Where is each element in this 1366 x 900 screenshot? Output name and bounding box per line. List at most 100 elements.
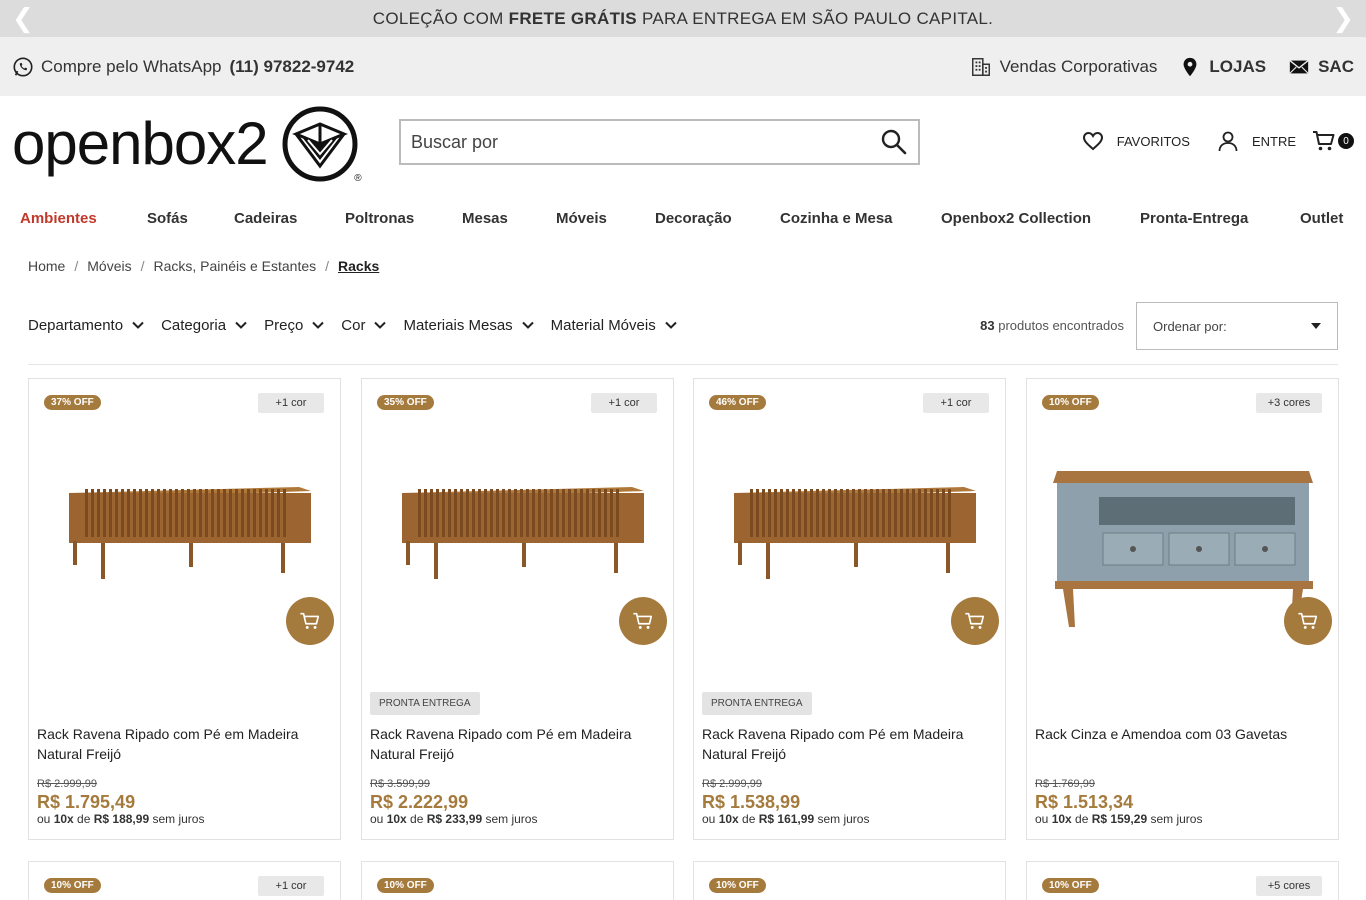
nav-item-mesas[interactable]: Mesas: [462, 210, 508, 227]
filter-preço[interactable]: Preço: [264, 317, 325, 334]
breadcrumb-moveis[interactable]: Móveis: [87, 258, 131, 274]
color-variants-badge[interactable]: +5 cores: [1256, 876, 1322, 896]
search-bar: [399, 119, 920, 165]
product-card[interactable]: 10% OFF +5 cores: [1026, 861, 1339, 900]
discount-badge: 10% OFF: [1042, 878, 1099, 893]
product-price: R$ 1.795,49: [37, 792, 136, 812]
installment-suffix: sem juros: [1147, 812, 1203, 826]
breadcrumb-racks-paineis[interactable]: Racks, Painéis e Estantes: [154, 258, 317, 274]
filter-departamento[interactable]: Departamento: [28, 317, 145, 334]
filter-material-móveis[interactable]: Material Móveis: [551, 317, 678, 334]
product-name[interactable]: Rack Ravena Ripado com Pé em Madeira Nat…: [702, 724, 1000, 764]
cart-icon: [632, 610, 654, 632]
filter-cor[interactable]: Cor: [341, 317, 387, 334]
color-variants-badge[interactable]: +1 cor: [258, 876, 324, 896]
product-card[interactable]: 10% OFF: [361, 861, 674, 900]
discount-badge: 46% OFF: [709, 395, 766, 410]
ready-delivery-badge: PRONTA ENTREGA: [702, 692, 812, 715]
installment-prefix: ou: [37, 812, 54, 826]
product-card[interactable]: 46% OFF +1 cor PRONTA ENTREGA Rack Ravena R…: [693, 378, 1006, 840]
add-to-cart-button[interactable]: [1284, 597, 1332, 645]
location-pin-icon: [1183, 57, 1197, 76]
nav-item-ambientes[interactable]: Ambientes: [20, 210, 97, 227]
divider: [28, 364, 1338, 365]
heart-icon: [1082, 131, 1103, 151]
product-name[interactable]: Rack Cinza e Amendoa com 03 Gavetas: [1035, 724, 1333, 744]
logo-box-icon: [282, 106, 358, 182]
chevron-down-icon: [132, 321, 144, 329]
stores-link[interactable]: LOJAS: [1179, 56, 1266, 78]
sac-label: SAC: [1318, 56, 1354, 76]
filter-label: Materiais Mesas: [403, 316, 513, 334]
color-variants-badge[interactable]: +3 cores: [1256, 393, 1322, 413]
installment-value: R$ 161,99: [758, 812, 815, 826]
building-icon: [971, 57, 990, 76]
site-logo[interactable]: openbox2 ®: [12, 104, 362, 184]
site-header: openbox2 ® FAVORITOS ENTRE 0: [0, 96, 1366, 191]
nav-item-decoração[interactable]: Decoração: [655, 210, 732, 227]
cart-count-badge: 0: [1338, 133, 1354, 149]
nav-item-outlet[interactable]: Outlet: [1300, 210, 1343, 227]
favorites-link[interactable]: FAVORITOS: [1081, 129, 1190, 153]
installment-suffix: sem juros: [149, 812, 205, 826]
login-link[interactable]: ENTRE: [1216, 129, 1296, 153]
breadcrumb: Home / Móveis / Racks, Painéis e Estantes /…: [28, 258, 379, 274]
product-image[interactable]: [714, 449, 987, 629]
product-card[interactable]: 37% OFF +1 cor Rack Ravena Ripado com Pé e…: [28, 378, 341, 840]
cart-button[interactable]: 0: [1312, 129, 1354, 153]
product-price: R$ 1.513,34: [1035, 792, 1134, 812]
user-icon: [1218, 131, 1238, 152]
cart-icon: [964, 610, 986, 632]
product-image[interactable]: [382, 449, 655, 629]
chevron-down-icon: [664, 321, 677, 329]
search-icon[interactable]: [880, 128, 908, 156]
nav-item-cozinha-e-mesa[interactable]: Cozinha e Mesa: [780, 210, 893, 227]
filter-categoria[interactable]: Categoria: [161, 317, 248, 334]
breadcrumb-separator: /: [74, 258, 79, 274]
results-number: 83: [980, 317, 995, 333]
breadcrumb-home[interactable]: Home: [28, 258, 65, 274]
search-input[interactable]: [411, 131, 880, 153]
filter-label: Preço: [264, 316, 304, 334]
product-image[interactable]: [49, 449, 322, 629]
corporate-sales-link[interactable]: Vendas Corporativas: [970, 56, 1157, 78]
add-to-cart-button[interactable]: [286, 597, 334, 645]
product-name[interactable]: Rack Ravena Ripado com Pé em Madeira Nat…: [37, 724, 335, 764]
installment-value: R$ 159,29: [1091, 812, 1148, 826]
product-name[interactable]: Rack Ravena Ripado com Pé em Madeira Nat…: [370, 724, 668, 764]
product-card[interactable]: 10% OFF +1 cor: [28, 861, 341, 900]
color-variants-badge[interactable]: +1 cor: [923, 393, 989, 413]
caret-down-icon: [1311, 323, 1321, 329]
product-old-price: R$ 2.999,99: [37, 778, 97, 790]
whatsapp-icon: [13, 56, 33, 77]
color-variants-badge[interactable]: +1 cor: [258, 393, 324, 413]
product-card[interactable]: 10% OFF +3 cores Rack Cinza e Amendoa com …: [1026, 378, 1339, 840]
product-image[interactable]: [1047, 449, 1320, 629]
promo-next-arrow-icon[interactable]: ❯: [1332, 4, 1354, 32]
nav-item-pronta-entrega[interactable]: Pronta-Entrega: [1140, 210, 1248, 227]
installment-connector: de: [738, 812, 759, 826]
product-price: R$ 2.222,99: [370, 792, 469, 812]
whatsapp-link[interactable]: Compre pelo WhatsApp (11) 97822-9742: [12, 56, 354, 78]
nav-item-móveis[interactable]: Móveis: [556, 210, 607, 227]
chevron-down-icon: [521, 321, 534, 329]
nav-item-openbox2-collection[interactable]: Openbox2 Collection: [941, 210, 1091, 227]
nav-item-poltronas[interactable]: Poltronas: [345, 210, 414, 227]
nav-item-sofás[interactable]: Sofás: [147, 210, 188, 227]
promo-prev-arrow-icon[interactable]: ❮: [12, 4, 34, 32]
chevron-down-icon: [235, 321, 247, 329]
sort-select[interactable]: Ordenar por:: [1136, 302, 1338, 350]
cart-icon: [1313, 131, 1335, 151]
discount-badge: 10% OFF: [1042, 395, 1099, 410]
filter-materiais-mesas[interactable]: Materiais Mesas: [403, 317, 534, 334]
sac-link[interactable]: SAC: [1288, 56, 1354, 78]
add-to-cart-button[interactable]: [619, 597, 667, 645]
add-to-cart-button[interactable]: [951, 597, 999, 645]
product-card[interactable]: 35% OFF +1 cor PRONTA ENTREGA Rack Ravena R…: [361, 378, 674, 840]
nav-item-cadeiras[interactable]: Cadeiras: [234, 210, 297, 227]
product-card[interactable]: 10% OFF: [693, 861, 1006, 900]
color-variants-badge[interactable]: +1 cor: [591, 393, 657, 413]
logo-registered-mark: ®: [354, 173, 362, 184]
product-old-price: R$ 3.599,99: [370, 778, 430, 790]
whatsapp-label: Compre pelo WhatsApp: [41, 56, 222, 76]
